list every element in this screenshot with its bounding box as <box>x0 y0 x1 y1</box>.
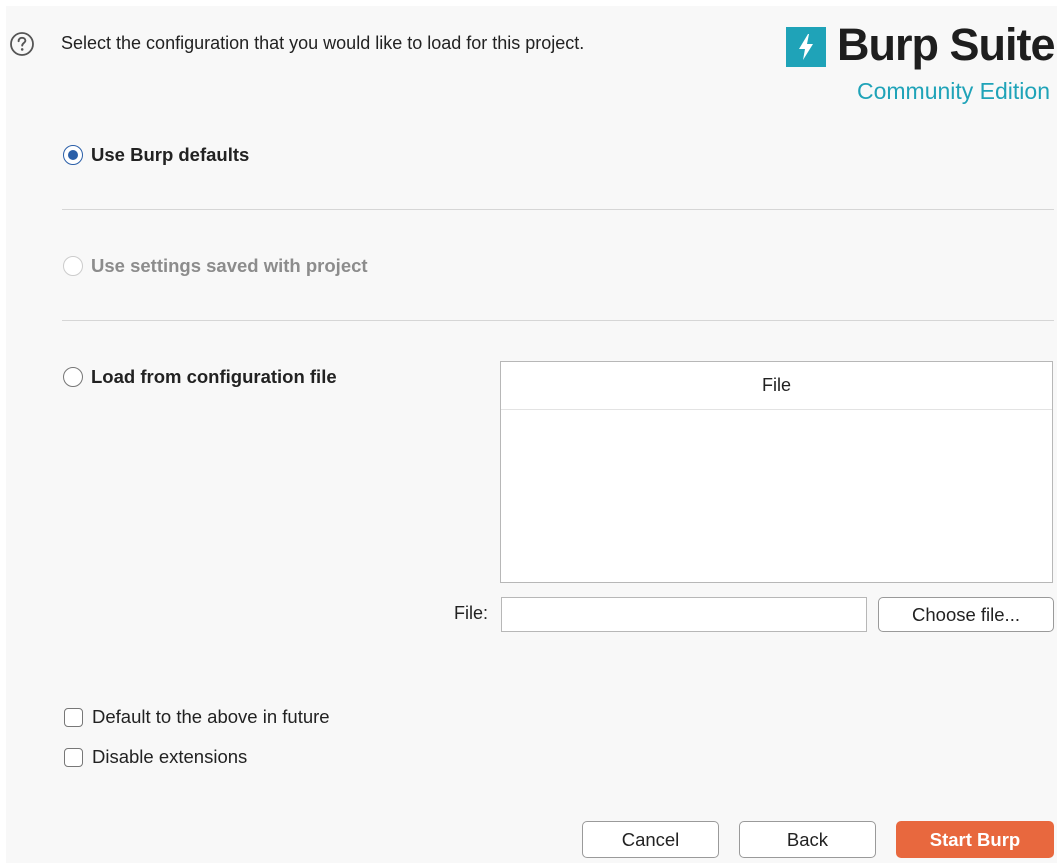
disable-extensions-checkbox[interactable] <box>64 747 83 767</box>
divider <box>62 209 1054 210</box>
logo-title: Burp Suite <box>837 19 1056 70</box>
use-saved-settings-label: Use settings saved with project <box>91 255 368 276</box>
lightning-bolt-icon <box>786 27 826 67</box>
use-burp-defaults-option[interactable]: Use Burp defaults <box>63 144 249 166</box>
intro-text: Select the configuration that you would … <box>61 33 585 53</box>
choose-file-button[interactable]: Choose file... <box>878 597 1054 632</box>
disable-extensions-option[interactable]: Disable extensions <box>64 746 247 768</box>
burp-suite-logo: Burp Suite Community Edition <box>786 19 1056 114</box>
file-path-input[interactable] <box>501 597 867 632</box>
load-from-config-file-radio[interactable] <box>63 367 83 387</box>
load-from-config-file-option[interactable]: Load from configuration file <box>63 366 337 388</box>
default-future-label: Default to the above in future <box>92 706 330 727</box>
divider <box>62 320 1054 321</box>
default-future-option[interactable]: Default to the above in future <box>64 706 330 728</box>
use-burp-defaults-radio[interactable] <box>63 145 83 165</box>
use-burp-defaults-label: Use Burp defaults <box>91 144 250 165</box>
question-circle-icon[interactable] <box>9 31 35 57</box>
file-column-header[interactable]: File <box>501 362 1052 410</box>
cancel-button[interactable]: Cancel <box>582 821 719 858</box>
use-saved-settings-radio <box>63 256 83 276</box>
file-label: File: <box>454 603 489 623</box>
start-burp-button[interactable]: Start Burp <box>896 821 1054 858</box>
config-file-table[interactable]: File <box>500 361 1053 583</box>
default-future-checkbox[interactable] <box>64 707 83 727</box>
logo-subtitle: Community Edition <box>856 78 1050 104</box>
use-saved-settings-option: Use settings saved with project <box>63 255 368 277</box>
back-button[interactable]: Back <box>739 821 876 858</box>
load-from-config-file-label: Load from configuration file <box>91 366 337 387</box>
disable-extensions-label: Disable extensions <box>92 746 248 767</box>
